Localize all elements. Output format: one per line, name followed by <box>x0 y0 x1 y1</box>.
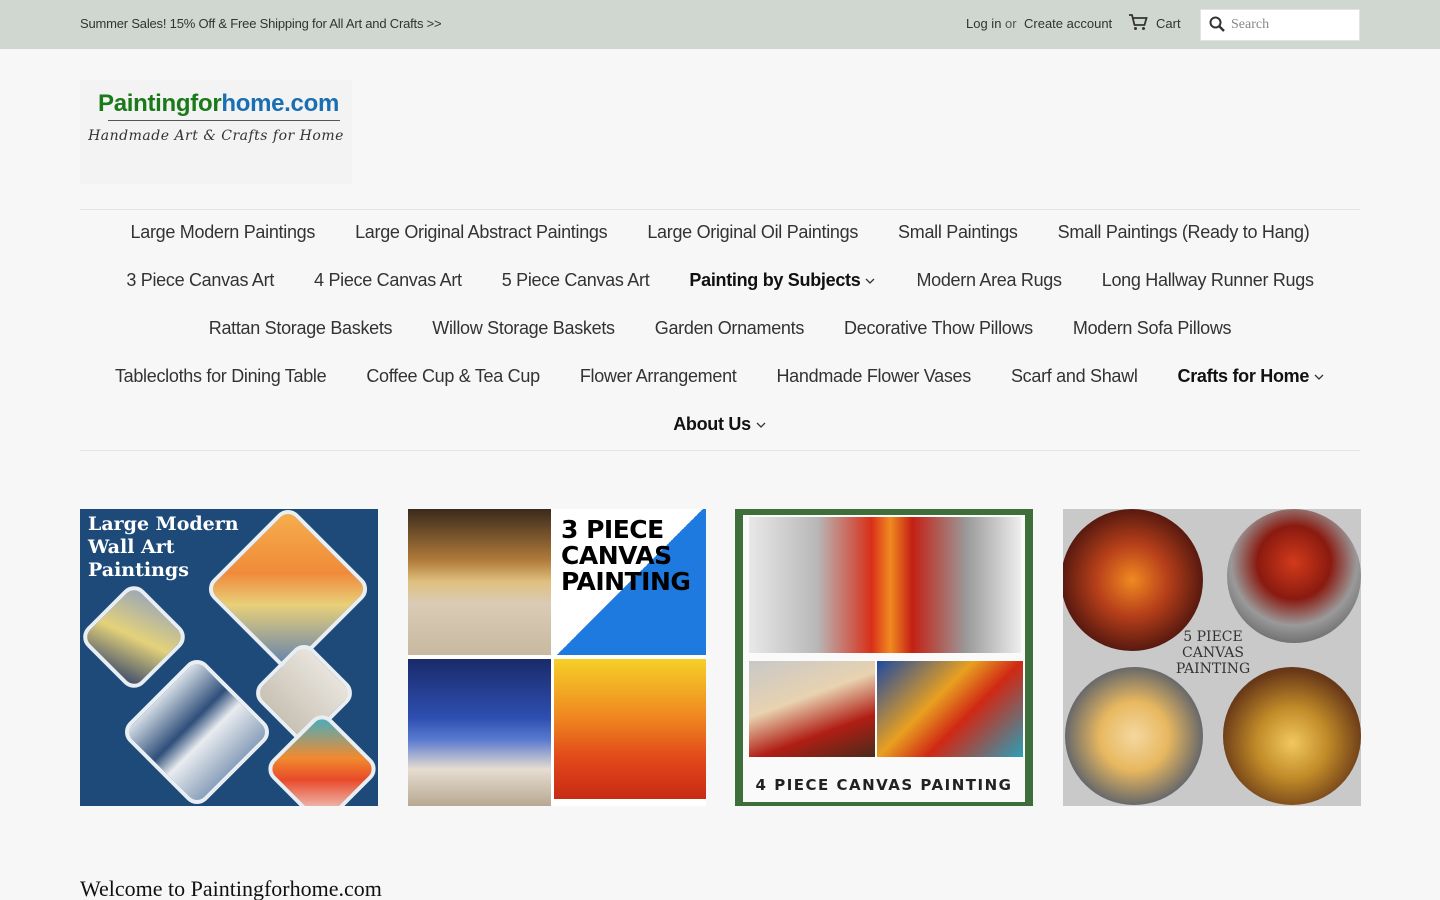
nav-about-us[interactable]: About Us <box>673 414 767 435</box>
chevron-down-icon <box>756 422 766 428</box>
tile-thumbnail <box>1065 667 1203 805</box>
nav-large-original-oil-paintings[interactable]: Large Original Oil Paintings <box>647 222 858 243</box>
nav-3-piece-canvas-art[interactable]: 3 Piece Canvas Art <box>126 270 274 291</box>
nav-modern-sofa-pillows[interactable]: Modern Sofa Pillows <box>1073 318 1232 339</box>
collection-tile-5-piece[interactable]: 5 PIECE CANVAS PAINTING <box>1063 509 1361 806</box>
tile-thumbnail <box>262 709 378 806</box>
or-text: or <box>1005 16 1017 31</box>
search-icon[interactable] <box>1209 16 1225 35</box>
announcement-bar: Summer Sales! 15% Off & Free Shipping fo… <box>0 0 1440 49</box>
tile-title: 4 PIECE CANVAS PAINTING <box>755 776 1013 794</box>
nav-row: About Us <box>80 414 1360 435</box>
nav-about-us-label: About Us <box>673 414 751 434</box>
nav-row: 3 Piece Canvas Art 4 Piece Canvas Art 5 … <box>80 270 1360 291</box>
nav-decorative-throw-pillows[interactable]: Decorative Thow Pillows <box>844 318 1033 339</box>
logo-divider <box>108 120 340 121</box>
nav-row: Tablecloths for Dining Table Coffee Cup … <box>80 366 1360 387</box>
tile-thumbnail <box>1223 667 1361 805</box>
tile-thumbnail <box>1227 509 1361 643</box>
collection-tile-3-piece[interactable]: 3 PIECE CANVAS PAINTING <box>408 509 706 806</box>
nav-painting-by-subjects-label: Painting by Subjects <box>689 270 861 290</box>
nav-modern-area-rugs[interactable]: Modern Area Rugs <box>916 270 1062 291</box>
login-link[interactable]: Log in <box>966 16 1001 31</box>
chevron-down-icon <box>1314 374 1324 380</box>
nav-garden-ornaments[interactable]: Garden Ornaments <box>655 318 805 339</box>
nav-row: Rattan Storage Baskets Willow Storage Ba… <box>80 318 1360 339</box>
nav-crafts-for-home[interactable]: Crafts for Home <box>1178 366 1326 387</box>
tile-thumbnail <box>554 659 706 799</box>
promo-link[interactable]: Summer Sales! 15% Off & Free Shipping fo… <box>80 16 442 31</box>
nav-rattan-storage-baskets[interactable]: Rattan Storage Baskets <box>209 318 393 339</box>
search-input[interactable] <box>1231 17 1351 33</box>
tile-title: 3 PIECE CANVAS PAINTING <box>561 515 691 596</box>
collection-tile-large-modern[interactable]: Large Modern Wall Art Paintings <box>80 509 378 806</box>
tile-thumbnail <box>408 659 551 806</box>
search-box[interactable] <box>1200 9 1360 41</box>
tile-title: 5 PIECE CANVAS PAINTING <box>1175 629 1251 677</box>
nav-small-paintings[interactable]: Small Paintings <box>898 222 1018 243</box>
cart-icon <box>1128 13 1148 34</box>
nav-small-paintings-ready-to-hang[interactable]: Small Paintings (Ready to Hang) <box>1058 222 1310 243</box>
logo-wordmark: Paintingforhome.com <box>98 90 339 117</box>
create-account-link[interactable]: Create account <box>1024 16 1112 31</box>
nav-handmade-flower-vases[interactable]: Handmade Flower Vases <box>776 366 971 387</box>
nav-row: Large Modern Paintings Large Original Ab… <box>80 222 1360 243</box>
nav-divider-top <box>80 209 1360 210</box>
chevron-down-icon <box>865 278 875 284</box>
logo-tagline: Handmade Art & Crafts for Home <box>88 128 344 144</box>
nav-4-piece-canvas-art[interactable]: 4 Piece Canvas Art <box>314 270 462 291</box>
nav-5-piece-canvas-art[interactable]: 5 Piece Canvas Art <box>502 270 650 291</box>
nav-scarf-and-shawl[interactable]: Scarf and Shawl <box>1011 366 1138 387</box>
nav-divider-bottom <box>80 450 1360 451</box>
cart-label: Cart <box>1156 16 1181 31</box>
nav-long-hallway-runner-rugs[interactable]: Long Hallway Runner Rugs <box>1102 270 1314 291</box>
tile-title: Large Modern Wall Art Paintings <box>88 513 239 581</box>
tile-thumbnail <box>749 661 875 757</box>
tile-thumbnail <box>408 509 551 655</box>
nav-large-original-abstract-paintings[interactable]: Large Original Abstract Paintings <box>355 222 608 243</box>
cart-link[interactable]: Cart <box>1128 13 1181 34</box>
welcome-heading: Welcome to Paintingforhome.com <box>80 876 382 900</box>
tile-thumbnail <box>877 661 1023 757</box>
nav-crafts-for-home-label: Crafts for Home <box>1177 366 1310 386</box>
nav-flower-arrangement[interactable]: Flower Arrangement <box>580 366 737 387</box>
nav-large-modern-paintings[interactable]: Large Modern Paintings <box>131 222 316 243</box>
nav-tablecloths[interactable]: Tablecloths for Dining Table <box>115 366 327 387</box>
collection-tile-4-piece[interactable]: 4 PIECE CANVAS PAINTING <box>735 509 1033 806</box>
nav-painting-by-subjects[interactable]: Painting by Subjects <box>689 270 876 291</box>
tile-thumbnail <box>749 517 1021 653</box>
nav-willow-storage-baskets[interactable]: Willow Storage Baskets <box>432 318 615 339</box>
nav-coffee-cup-tea-cup[interactable]: Coffee Cup & Tea Cup <box>366 366 540 387</box>
site-logo[interactable]: Paintingforhome.com Handmade Art & Craft… <box>80 80 352 184</box>
